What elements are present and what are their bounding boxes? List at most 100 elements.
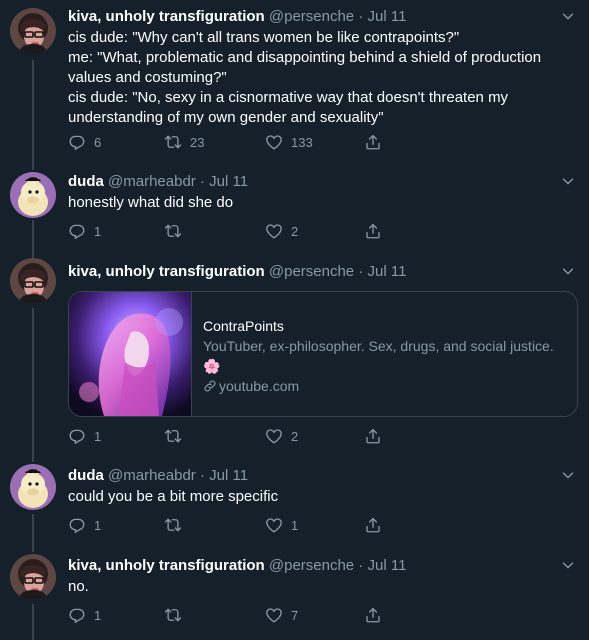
share-icon bbox=[364, 427, 382, 445]
user-handle[interactable]: @persenche bbox=[269, 557, 354, 574]
avatar[interactable] bbox=[10, 258, 56, 304]
tweet-actions: 1 2 bbox=[68, 221, 388, 241]
retweet-button[interactable] bbox=[164, 605, 190, 625]
display-name[interactable]: duda bbox=[68, 173, 104, 190]
share-button[interactable] bbox=[364, 515, 390, 535]
reply-button[interactable]: 1 bbox=[68, 605, 101, 625]
reply-icon bbox=[68, 133, 86, 151]
tweet-date[interactable]: Jul 11 bbox=[368, 557, 407, 574]
share-button[interactable] bbox=[364, 426, 390, 446]
avatar[interactable] bbox=[10, 172, 56, 218]
retweet-icon bbox=[164, 133, 182, 151]
chevron-down-icon[interactable] bbox=[559, 172, 577, 190]
reply-icon bbox=[68, 606, 86, 624]
chevron-down-icon[interactable] bbox=[559, 262, 577, 280]
chevron-down-icon[interactable] bbox=[559, 466, 577, 484]
tweet-header: kiva, unholy transfiguration @persenche … bbox=[68, 556, 577, 575]
separator: · bbox=[354, 8, 368, 25]
tweet-actions: 6 23 133 bbox=[68, 132, 388, 152]
thread-line bbox=[32, 514, 34, 548]
tweet-date[interactable]: Jul 11 bbox=[368, 263, 407, 280]
tweet[interactable]: kiva, unholy transfiguration @persenche … bbox=[0, 250, 589, 458]
reply-count: 1 bbox=[94, 607, 102, 623]
card-body: ContraPoints YouTuber, ex-philosopher. S… bbox=[203, 316, 561, 396]
thread-line bbox=[32, 220, 34, 254]
thread-line bbox=[32, 454, 34, 462]
display-name[interactable]: kiva, unholy transfiguration bbox=[68, 263, 265, 280]
reply-button[interactable]: 1 bbox=[68, 515, 101, 535]
card-description: YouTuber, ex-philosopher. Sex, drugs, an… bbox=[203, 338, 554, 374]
share-button[interactable] bbox=[364, 605, 390, 625]
tweet-header: duda @marheabdr · Jul 11 bbox=[68, 172, 577, 191]
retweet-icon bbox=[164, 427, 182, 445]
separator: · bbox=[195, 467, 210, 484]
link-card[interactable]: ContraPoints YouTuber, ex-philosopher. S… bbox=[68, 291, 578, 417]
retweet-button[interactable] bbox=[164, 515, 190, 535]
separator: · bbox=[354, 263, 368, 280]
separator: · bbox=[195, 173, 210, 190]
tweet[interactable]: duda @marheabdr · Jul 11 honestly what d… bbox=[0, 160, 589, 254]
display-name[interactable]: duda bbox=[68, 467, 104, 484]
tweet-text: honestly what did she do bbox=[68, 194, 234, 211]
like-count: 1 bbox=[291, 517, 299, 533]
retweet-icon bbox=[164, 606, 182, 624]
chevron-down-icon[interactable] bbox=[559, 556, 577, 574]
share-button[interactable] bbox=[364, 132, 390, 152]
avatar[interactable] bbox=[10, 554, 56, 600]
tweet[interactable]: kiva, unholy transfiguration @persenche … bbox=[0, 544, 589, 640]
tweet-date[interactable]: Jul 11 bbox=[209, 467, 248, 484]
share-button[interactable] bbox=[364, 221, 390, 241]
tweet[interactable]: duda @marheabdr · Jul 11 could you be a … bbox=[0, 454, 589, 548]
reply-icon bbox=[68, 427, 86, 445]
tweet-actions: 1 7 bbox=[68, 605, 388, 625]
display-name[interactable]: kiva, unholy transfiguration bbox=[68, 557, 265, 574]
thread-line bbox=[32, 604, 34, 640]
tweet-date[interactable]: Jul 11 bbox=[368, 8, 407, 25]
separator: · bbox=[354, 557, 368, 574]
tweet-actions: 1 1 bbox=[68, 515, 388, 535]
like-button[interactable]: 1 bbox=[265, 515, 298, 535]
like-button[interactable]: 7 bbox=[265, 605, 298, 625]
retweet-button[interactable] bbox=[164, 426, 190, 446]
display-name[interactable]: kiva, unholy transfiguration bbox=[68, 8, 265, 25]
tweet[interactable]: kiva, unholy transfiguration @persenche … bbox=[0, 0, 589, 164]
heart-icon bbox=[265, 222, 283, 240]
reply-count: 1 bbox=[94, 428, 102, 444]
reply-count: 1 bbox=[94, 517, 102, 533]
user-handle[interactable]: @marheabdr bbox=[108, 173, 196, 190]
reply-count: 1 bbox=[94, 223, 102, 239]
like-count: 7 bbox=[291, 607, 299, 623]
card-link[interactable]: youtube.com bbox=[203, 376, 561, 396]
share-icon bbox=[364, 606, 382, 624]
user-handle[interactable]: @marheabdr bbox=[108, 467, 196, 484]
reply-button[interactable]: 1 bbox=[68, 221, 101, 241]
user-handle[interactable]: @persenche bbox=[269, 8, 354, 25]
user-handle[interactable]: @persenche bbox=[269, 263, 354, 280]
tweet-header: kiva, unholy transfiguration @persenche … bbox=[68, 7, 577, 26]
chevron-down-icon[interactable] bbox=[559, 7, 577, 25]
tweet-date[interactable]: Jul 11 bbox=[209, 173, 248, 190]
like-button[interactable]: 2 bbox=[265, 426, 298, 446]
like-count: 2 bbox=[291, 428, 299, 444]
thread-line bbox=[32, 160, 34, 170]
card-link-domain: youtube.com bbox=[219, 378, 300, 394]
like-button[interactable]: 133 bbox=[265, 132, 313, 152]
thread-line bbox=[32, 60, 34, 164]
reply-icon bbox=[68, 516, 86, 534]
avatar[interactable] bbox=[10, 8, 56, 54]
share-icon bbox=[364, 133, 382, 151]
heart-icon bbox=[265, 427, 283, 445]
reply-button[interactable]: 6 bbox=[68, 132, 101, 152]
thread-line bbox=[32, 250, 34, 258]
retweet-button[interactable] bbox=[164, 221, 190, 241]
tweet-header: duda @marheabdr · Jul 11 bbox=[68, 466, 577, 485]
reply-button[interactable]: 1 bbox=[68, 426, 101, 446]
avatar[interactable] bbox=[10, 464, 56, 510]
heart-icon bbox=[265, 133, 283, 151]
like-count: 133 bbox=[291, 134, 313, 150]
retweet-button[interactable]: 23 bbox=[164, 132, 204, 152]
thread-line bbox=[32, 308, 34, 458]
like-button[interactable]: 2 bbox=[265, 221, 298, 241]
tweet-text: could you be a bit more specific bbox=[68, 488, 279, 505]
tweet-text: no. bbox=[68, 578, 89, 595]
